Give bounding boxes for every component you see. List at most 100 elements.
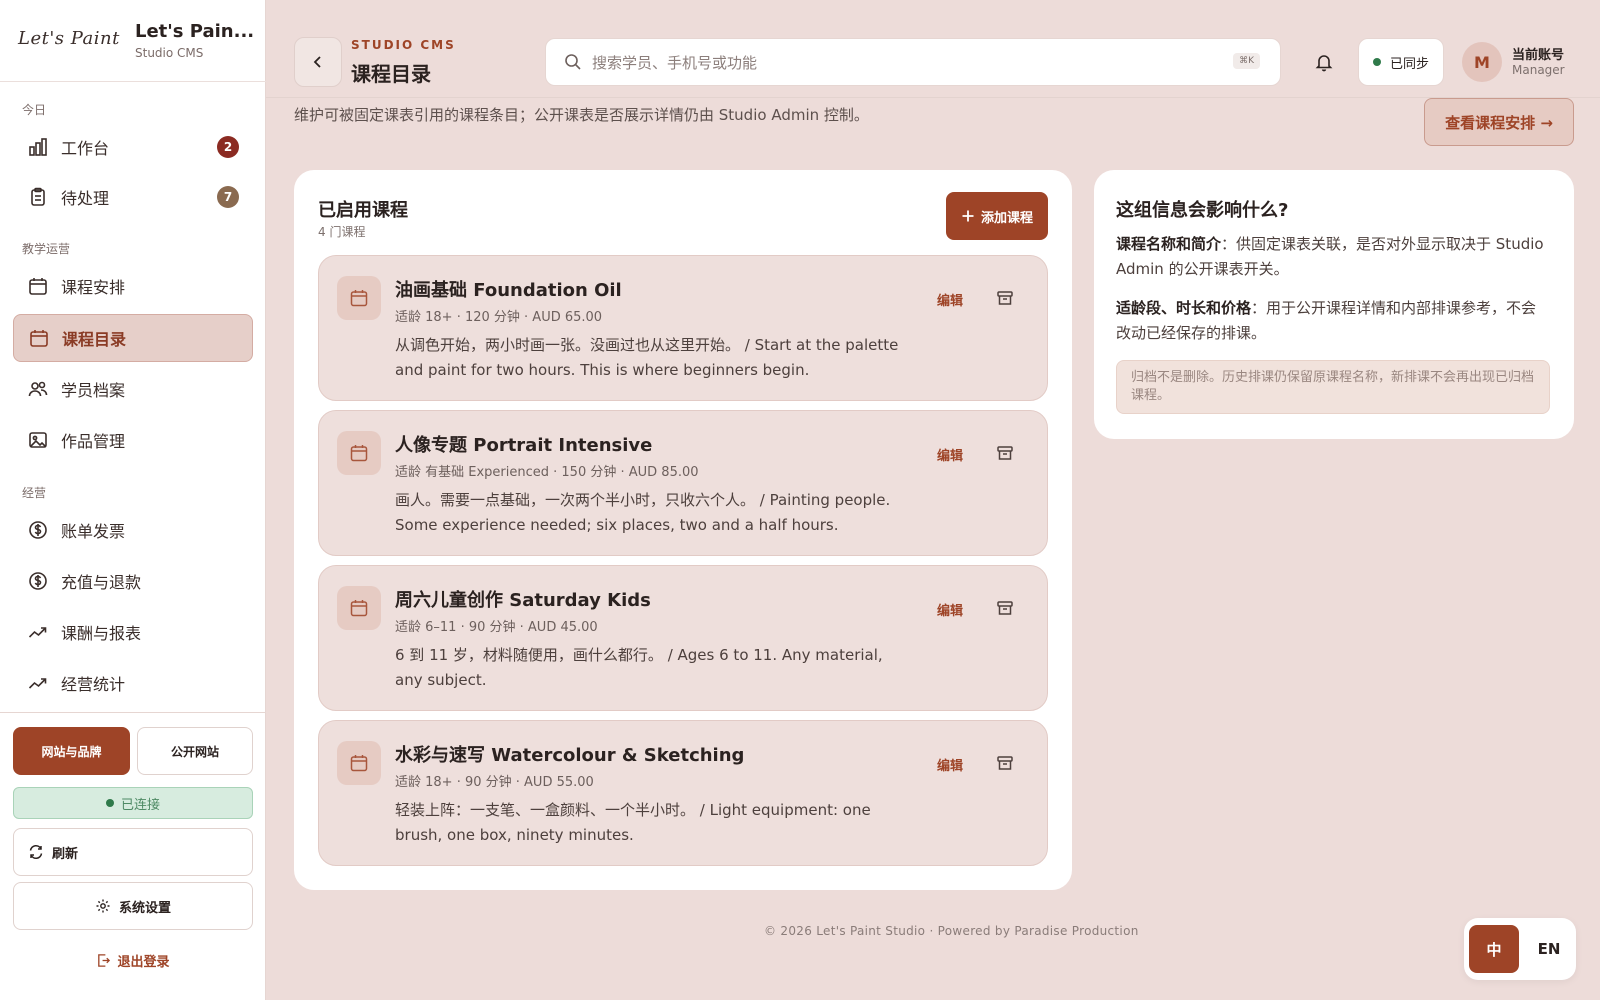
users-icon [27,378,49,400]
info-label: 课程名称和简介 [1116,235,1222,253]
public-website-button[interactable]: 公开网站 [137,727,253,775]
brand-subtitle: Studio CMS [135,46,204,60]
trend-icon [27,621,49,643]
edit-button[interactable]: 编辑 [937,755,963,774]
info-card: 这组信息会影响什么? 课程名称和简介：供固定课表关联，是否对外显示取决于 Stu… [1094,170,1574,439]
account-role: Manager [1512,63,1565,77]
shortcut-hint: ⌘K [1233,53,1260,69]
sidebar-item-schedule[interactable]: 课程安排 [13,262,253,310]
dollar-icon [27,519,49,541]
info-paragraph: 适龄段、时长和价格：用于公开课程详情和内部排课参考，不会改动已经保存的排课。 [1116,296,1550,346]
page-kicker: STUDIO CMS [351,38,456,52]
status-dot [105,799,114,807]
archive-note: 归档不是删除。历史排课仍保留原课程名称，新排课不会再出现已归档课程。 [1116,360,1550,414]
course-description: 从调色开始，两小时画一张。没画过也从这里开始。 / Start at the p… [395,336,899,379]
dollar-icon [27,570,49,592]
sync-status[interactable]: 已同步 [1358,38,1444,86]
system-settings-button[interactable]: 系统设置 [13,882,253,930]
course-title: 周六儿童创作 Saturday Kids [395,590,651,611]
calendar-icon [28,327,50,349]
system-settings-label: 系统设置 [118,900,171,916]
website-brand-button[interactable]: 网站与品牌 [13,727,130,775]
course-title: 油画基础 Foundation Oil [395,280,622,301]
page-title: 课程目录 [351,62,431,86]
sidebar-divider [0,712,266,713]
info-title: 这组信息会影响什么? [1116,200,1289,221]
refresh-button[interactable]: 刷新 [13,828,253,876]
search-bar[interactable]: 搜索学员、手机号或功能 ⌘K [545,38,1281,86]
brand-logo: Let's Paint [18,28,120,49]
clipboard-icon [27,186,49,208]
card-title: 已启用课程 [318,200,408,221]
account-name[interactable]: 当前账号 [1512,44,1564,63]
sidebar-item-label: 学员档案 [61,381,126,400]
course-item: 周六儿童创作 Saturday Kids 适龄 6–11 · 90 分钟 · A… [318,565,1048,711]
notifications-button[interactable] [1310,48,1338,76]
logout-label: 退出登录 [117,954,170,970]
active-courses-card: 已启用课程 4 门课程 添加课程 油画基础 Foundation Oil 适龄 … [294,170,1072,890]
sidebar-item-payroll-reports[interactable]: 课酬与报表 [13,608,253,656]
page-description: 维护可被固定课表引用的课程条目；公开课表是否展示详情仍由 Studio Admi… [294,106,869,124]
brand-name: Let's Pain... [135,21,255,42]
edit-button[interactable]: 编辑 [937,600,963,619]
course-meta: 适龄 6–11 · 90 分钟 · AUD 45.00 [395,620,598,635]
sidebar-item-students[interactable]: 学员档案 [13,365,253,413]
bell-icon [1314,52,1334,72]
edit-button[interactable]: 编辑 [937,290,963,309]
course-meta: 适龄 18+ · 120 分钟 · AUD 65.00 [395,310,603,325]
back-button[interactable] [294,37,342,87]
avatar[interactable]: M [1462,42,1502,82]
edit-button[interactable]: 编辑 [937,445,963,464]
gear-icon [95,898,111,914]
info-paragraph: 课程名称和简介：供固定课表关联，是否对外显示取决于 Studio Admin 的… [1116,232,1550,282]
course-title: 水彩与速写 Watercolour & Sketching [395,745,745,766]
sidebar-item-label: 账单发票 [61,522,126,541]
search-input[interactable]: 搜索学员、手机号或功能 [592,52,757,73]
image-icon [27,429,49,451]
plus-icon [961,209,975,223]
archive-icon[interactable] [995,598,1015,618]
sidebar-item-label: 待处理 [61,189,110,208]
sidebar-item-label: 课程安排 [61,278,126,297]
archive-icon[interactable] [995,443,1015,463]
refresh-icon [28,844,44,860]
header-divider [266,97,1600,98]
language-en-button[interactable]: EN [1527,925,1571,973]
info-label: 适龄段、时长和价格 [1116,299,1252,317]
brand-header: Let's Paint Let's Pain... Studio CMS [0,0,266,82]
course-meta: 适龄 18+ · 90 分钟 · AUD 55.00 [395,775,594,790]
bar-chart-icon [27,136,49,158]
archive-icon[interactable] [995,288,1015,308]
refresh-label: 刷新 [52,846,79,862]
sidebar: Let's Paint Let's Pain... Studio CMS 今日 … [0,0,266,1000]
language-zh-button[interactable]: 中 [1469,925,1519,973]
add-course-button[interactable]: 添加课程 [946,192,1048,240]
course-title: 人像专题 Portrait Intensive [395,435,653,456]
add-course-label: 添加课程 [980,210,1033,226]
course-meta: 适龄 有基础 Experienced · 150 分钟 · AUD 85.00 [395,465,699,480]
section-label-teaching: 教学运营 [22,242,71,256]
logout-button[interactable]: 退出登录 [13,946,253,974]
connection-status: 已连接 [13,787,253,819]
sidebar-item-label: 充值与退款 [61,573,142,592]
sidebar-item-topup-refund[interactable]: 充值与退款 [13,557,253,605]
sidebar-item-label: 作品管理 [61,432,126,451]
sidebar-item-label: 工作台 [61,139,110,158]
sidebar-item-artworks[interactable]: 作品管理 [13,416,253,464]
sidebar-item-invoices[interactable]: 账单发票 [13,506,253,554]
sidebar-item-statistics[interactable]: 经营统计 [13,659,253,707]
course-description: 轻装上阵：一支笔、一盒颜料、一个半小时。 / Light equipment: … [395,801,871,844]
sidebar-item-workbench[interactable]: 工作台 2 [13,123,253,171]
section-label-business: 经营 [22,486,47,500]
footer-text: © 2026 Let's Paint Studio · Powered by P… [764,924,1139,938]
sync-status-label: 已同步 [1389,56,1429,72]
course-item: 水彩与速写 Watercolour & Sketching 适龄 18+ · 9… [318,720,1048,866]
course-description: 6 到 11 岁，材料随便用，画什么都行。 / Ages 6 to 11. An… [395,646,883,689]
archive-icon[interactable] [995,753,1015,773]
sidebar-item-pending[interactable]: 待处理 7 [13,173,253,221]
view-schedule-button[interactable]: 查看课程安排 → [1424,98,1574,146]
section-label-today: 今日 [22,103,47,117]
sidebar-item-catalog[interactable]: 课程目录 [13,314,253,362]
course-count: 4 门课程 [318,225,366,239]
calendar-icon [337,276,381,320]
